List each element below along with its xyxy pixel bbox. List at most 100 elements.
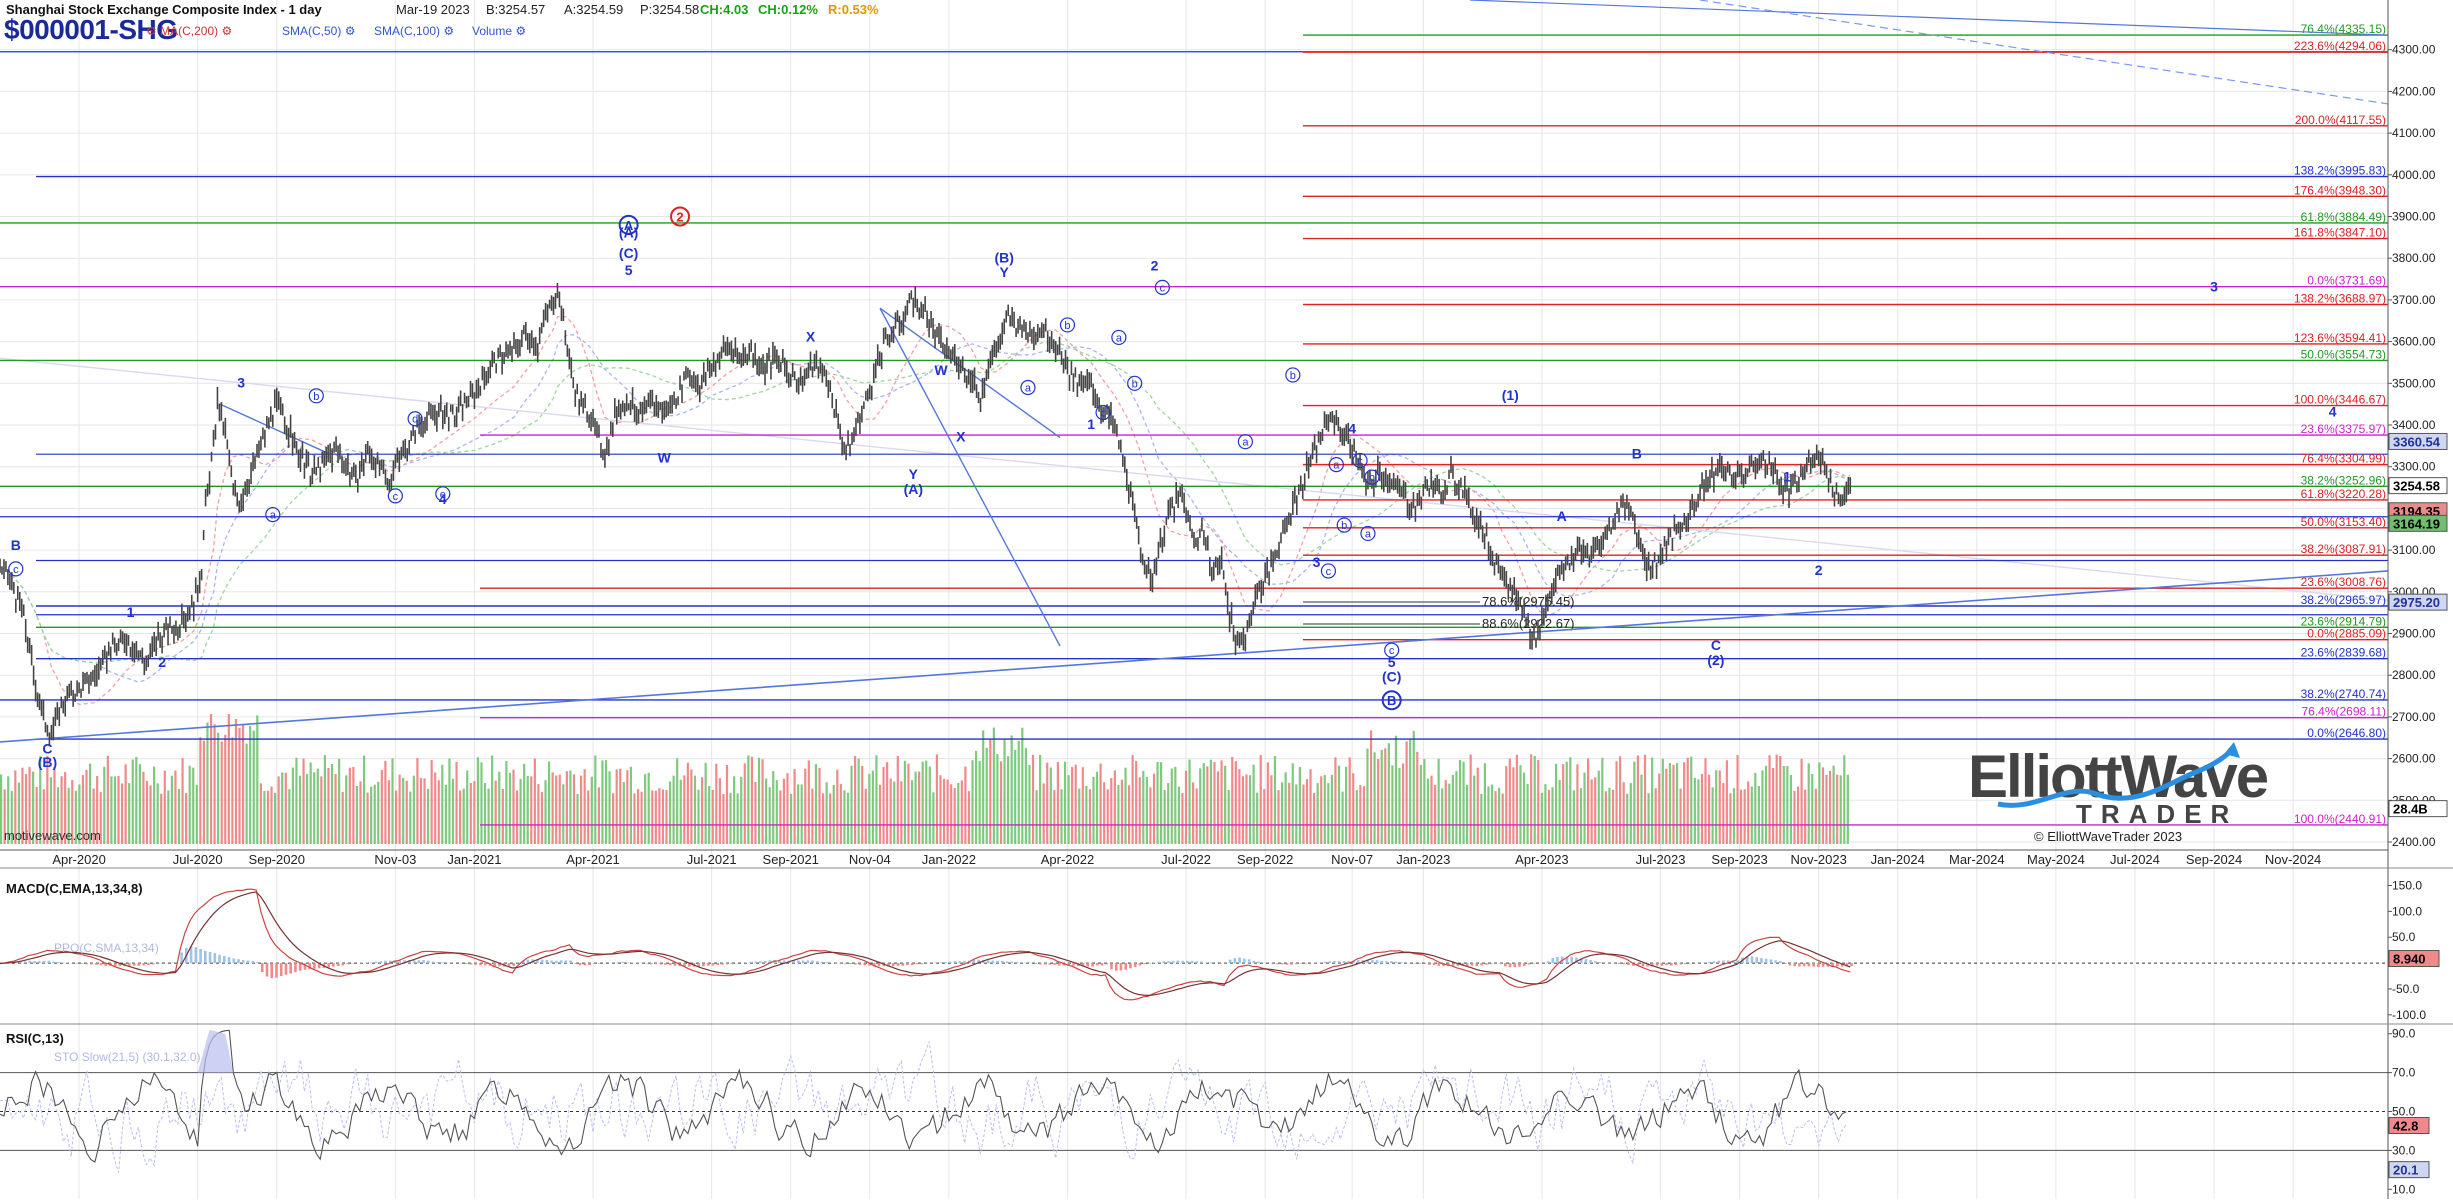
volume-bar (1434, 785, 1436, 844)
macd-hist-bar (1158, 962, 1161, 963)
x-tick-label: Nov-03 (374, 852, 416, 867)
volume-bar (1509, 759, 1511, 844)
volume-bar (1082, 767, 1084, 844)
volume-bar (640, 792, 642, 844)
volume-bar (559, 775, 561, 844)
volume-bar (1683, 762, 1685, 844)
volume-bar (1178, 787, 1180, 844)
rsi-value-label: 42.8 (2393, 1119, 2418, 1134)
macd-hist-bar (57, 962, 60, 963)
indicator-ma200[interactable]: ⚙ MA(C,200) ⚙ (146, 24, 232, 38)
volume-bar (1761, 770, 1763, 844)
volume-bar (103, 767, 105, 844)
x-tick-label: Jul-2021 (687, 852, 737, 867)
volume-bar (1039, 755, 1041, 844)
indicator-sma50[interactable]: SMA(C,50) ⚙ (282, 24, 355, 38)
y-tick-label: 4100.00 (2392, 126, 2436, 140)
volume-bar (1594, 777, 1596, 844)
chart-canvas[interactable]: 76.4%(4335.15)223.6%(4294.06)200.0%(4117… (0, 0, 2453, 1199)
volume-bar (534, 758, 536, 844)
trend-line (880, 308, 1060, 646)
macd-hist-bar (721, 963, 724, 965)
volume-bar (875, 755, 877, 844)
macd-hist-bar (1110, 963, 1113, 969)
price-tag-label: 3254.58 (2393, 479, 2440, 494)
volume-bar (1445, 780, 1447, 844)
volume-bar (858, 759, 860, 844)
volume-bar (367, 793, 369, 844)
volume-bar (267, 791, 269, 844)
volume-bar (1363, 786, 1365, 844)
volume-bar (285, 773, 287, 844)
volume-bar (1427, 779, 1429, 844)
volume-bar (612, 793, 614, 844)
circled-wave-label: 2 (676, 210, 683, 225)
macd-hist-bar (1343, 961, 1346, 963)
volume-bar (448, 759, 450, 844)
macd-hist-bar (1281, 963, 1284, 964)
volume-bar (1580, 788, 1582, 844)
volume-bar (697, 790, 699, 844)
volume-bar (1523, 773, 1525, 844)
volume-bar (886, 762, 888, 844)
volume-bar (929, 767, 931, 844)
volume-bar (1470, 754, 1472, 844)
gear-icon[interactable]: ⚙ (345, 24, 356, 38)
volume-bar (1167, 783, 1169, 844)
x-tick-label: Sep-2023 (1711, 852, 1767, 867)
macd-hist-bar (441, 962, 444, 963)
x-tick-label: Jul-2023 (1636, 852, 1686, 867)
volume-bar (174, 771, 176, 844)
volume-bar (345, 775, 347, 844)
volume-bar (1487, 786, 1489, 844)
volume-bar (1658, 774, 1660, 844)
y-tick-label: 2400.00 (2392, 835, 2436, 849)
volume-bar (484, 783, 486, 844)
macd-hist-bar (266, 963, 269, 976)
macd-hist-bar (1675, 963, 1678, 965)
macd-hist-bar (640, 963, 643, 964)
macd-hist-bar (1599, 962, 1602, 963)
volume-bar (1466, 785, 1468, 844)
macd-hist-bar (1234, 958, 1237, 963)
macd-hist-bar (1784, 963, 1787, 964)
macd-hist-bar (213, 953, 216, 963)
volume-bar (121, 783, 123, 844)
elliottwave-logo: ElliottWave TRADER (1968, 742, 2268, 832)
y-tick-label: 3800.00 (2392, 251, 2436, 265)
volume-bar (1299, 767, 1301, 844)
macd-hist-bar (1656, 963, 1659, 966)
macd-hist-bar (1661, 963, 1664, 966)
wave-label: X (806, 329, 816, 345)
macd-hist-bar (280, 963, 283, 976)
volume-bar (235, 719, 237, 844)
macd-hist-bar (669, 963, 672, 965)
volume-bar (1733, 788, 1735, 844)
volume-bar (1196, 788, 1198, 844)
circled-wave-label: c (1389, 645, 1395, 657)
macd-hist-bar (1542, 962, 1545, 963)
volume-bar (263, 791, 265, 844)
volume-bar (473, 781, 475, 844)
volume-bar (1046, 763, 1048, 844)
volume-bar (288, 789, 290, 844)
macd-y-tick-label: 50.0 (2392, 930, 2416, 944)
macd-hist-bar (560, 960, 563, 963)
volume-bar (1007, 756, 1009, 844)
volume-bar (416, 758, 418, 844)
macd-hist-bar (171, 962, 174, 963)
volume-bar (495, 781, 497, 844)
indicator-volume[interactable]: Volume ⚙ (472, 24, 526, 38)
volume-bar (1630, 783, 1632, 844)
gear-icon[interactable]: ⚙ (221, 24, 232, 38)
volume-bar (975, 751, 977, 844)
macd-hist-bar (1020, 962, 1023, 963)
gear-icon[interactable]: ⚙ (146, 24, 157, 38)
macd-hist-bar (973, 960, 976, 963)
volume-bar (1569, 757, 1571, 844)
volume-bar (726, 765, 728, 844)
gear-icon[interactable]: ⚙ (443, 24, 454, 38)
gear-icon[interactable]: ⚙ (515, 24, 526, 38)
indicator-sma100[interactable]: SMA(C,100) ⚙ (374, 24, 454, 38)
macd-hist-bar (342, 963, 345, 965)
